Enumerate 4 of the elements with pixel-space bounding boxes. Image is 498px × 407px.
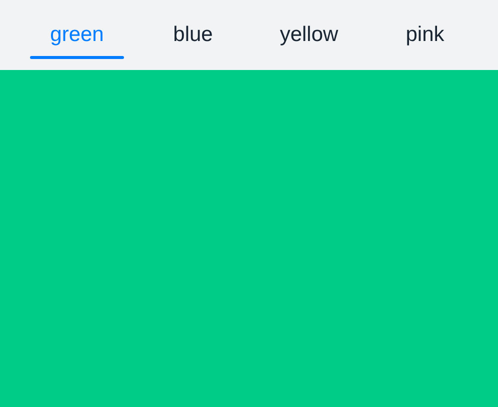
tab[interactable]: pink — [367, 0, 483, 70]
tab[interactable]: green — [19, 0, 135, 70]
tab[interactable]: yellow — [251, 0, 367, 70]
tab[interactable]: blue — [135, 0, 251, 70]
